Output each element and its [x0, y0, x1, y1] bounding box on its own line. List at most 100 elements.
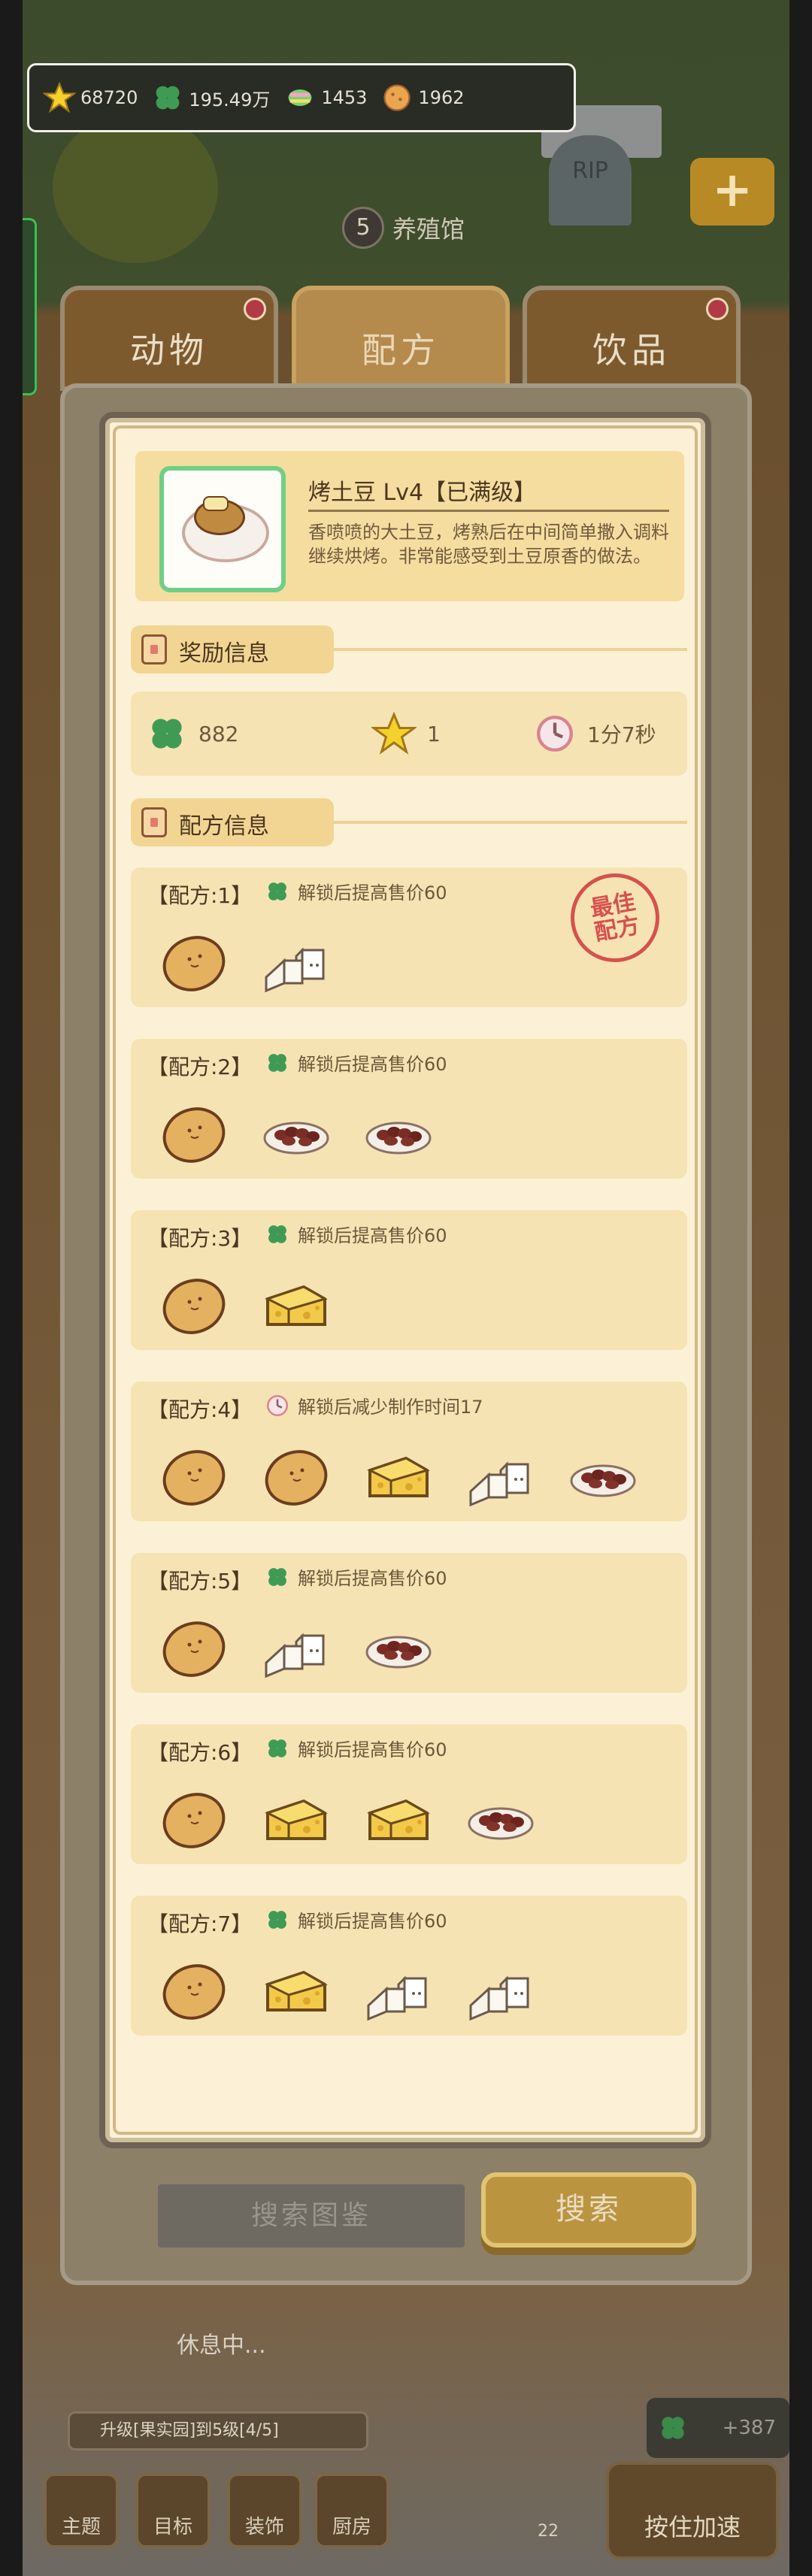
recipe-ingredients	[156, 1094, 463, 1170]
recipe-title: 【配方:6】	[147, 1740, 253, 1765]
divider	[308, 510, 669, 512]
item-description: 香喷喷的大土豆，烤熟后在中间简单撒入调料继续烘烤。非常能感受到土豆原香的做法。	[308, 522, 669, 567]
resource-clovers: 195.49万	[151, 81, 270, 114]
clock-icon	[537, 716, 573, 752]
tofu-icon	[259, 923, 334, 998]
recipe-title: 【配方:3】	[147, 1226, 253, 1251]
recipe-ingredients	[156, 1951, 565, 2027]
recipe-detail-scroll[interactable]: 烤土豆 Lv4【已满级】 香喷喷的大土豆，烤熟后在中间简单撒入调料继续烘烤。非常…	[113, 425, 698, 2135]
candy-count: 1453	[321, 87, 368, 108]
side-drawer-tab[interactable]	[23, 218, 37, 395]
clover-bonus-value: +387	[722, 2417, 776, 2439]
recipe-unlock-note: 解锁后提高售价60	[265, 1049, 447, 1076]
recipe-title: 【配方:5】	[147, 1569, 253, 1594]
resource-candy: 1453	[283, 81, 367, 114]
beans-icon	[361, 1609, 436, 1684]
recipe-ingredients	[156, 923, 361, 998]
resource-cookies: 1962	[380, 81, 465, 114]
cookie-count: 1962	[418, 87, 465, 108]
hold-speed-button[interactable]: 按住加速	[606, 2462, 779, 2559]
clover-icon	[268, 1053, 286, 1072]
tab-drinks-label: 饮品	[592, 330, 671, 371]
recipe-unlock-text: 解锁后提高售价60	[298, 1911, 447, 1932]
recipe-card-1[interactable]: 【配方:1】 解锁后提高售价60 最佳 配方	[131, 866, 687, 1007]
clock-icon	[266, 1394, 289, 1416]
cheese-icon	[259, 1951, 334, 2027]
add-button[interactable]: +	[690, 158, 774, 226]
building-name: 养殖馆	[392, 215, 465, 244]
beans-icon	[259, 1094, 334, 1170]
potato-icon	[156, 1951, 232, 2027]
cheese-icon	[259, 1780, 334, 1855]
recipe-card-2[interactable]: 【配方:2】 解锁后提高售价60	[131, 1039, 687, 1179]
recipe-unlock-text: 解锁后提高售价60	[298, 1054, 447, 1075]
tofu-icon	[259, 1609, 334, 1684]
goal-button[interactable]: 目标	[135, 2473, 211, 2548]
recipe-card-7[interactable]: 【配方:7】 解锁后提高售价60	[131, 1896, 687, 2036]
item-header: 烤土豆 Lv4【已满级】 香喷喷的大土豆，烤熟后在中间简单撒入调料继续烘烤。非常…	[135, 451, 684, 601]
cheese-icon	[361, 1780, 436, 1855]
recipe-ingredients	[156, 1437, 668, 1512]
recipe-ingredients	[156, 1266, 361, 1341]
tab-animals[interactable]: 动物	[60, 286, 278, 391]
candy-icon	[283, 81, 317, 114]
tab-drinks[interactable]: 饮品	[523, 286, 741, 391]
recipe-section-label: 配方信息	[179, 813, 269, 840]
potato-icon	[156, 1780, 232, 1855]
reward-time: 1分7秒	[533, 692, 656, 776]
clover-icon	[268, 1739, 286, 1757]
beans-icon	[361, 1094, 436, 1170]
status-resting: 休息中...	[177, 2332, 266, 2359]
screen-edge-left	[0, 0, 23, 2576]
item-name: 烤土豆 Lv4【已满级】	[308, 480, 537, 506]
recipe-card-4[interactable]: 【配方:4】 解锁后减少制作时间17	[131, 1382, 687, 1521]
bag-icon	[141, 634, 167, 664]
tombstone-decoration: RIP	[549, 135, 632, 226]
recipe-unlock-text: 解锁后提高售价60	[298, 1568, 447, 1589]
resource-stars: 68720	[43, 81, 138, 114]
goal-label: 目标	[153, 2516, 192, 2538]
reward-time-value: 1分7秒	[587, 722, 656, 747]
cheese-icon	[361, 1437, 436, 1512]
clover-icon	[268, 1910, 286, 1929]
recipe-unlock-note: 解锁后提高售价60	[265, 878, 447, 904]
reward-clover: 882	[146, 692, 238, 776]
reward-section-header: 奖励信息	[131, 625, 687, 674]
decor-label: 装饰	[244, 2516, 284, 2538]
tab-animals-label: 动物	[130, 330, 208, 371]
recipe-card-5[interactable]: 【配方:5】 解锁后提高售价60	[131, 1553, 687, 1693]
upgrade-progress-bar[interactable]: 升级[果实园]到5级[4/5]	[68, 2411, 368, 2450]
potato-icon	[156, 923, 232, 998]
clover-icon	[152, 719, 182, 749]
theme-label: 主题	[61, 2516, 101, 2538]
bag-icon	[141, 807, 167, 837]
clover-icon	[662, 2417, 684, 2439]
search-button[interactable]: 搜索	[481, 2172, 696, 2248]
recipe-unlock-text: 解锁后减少制作时间17	[298, 1397, 483, 1418]
star-icon	[43, 81, 76, 114]
theme-button[interactable]: 主题	[44, 2473, 119, 2548]
hold-speed-label: 按住加速	[644, 2513, 741, 2541]
reward-star: 1	[371, 692, 441, 776]
kitchen-button[interactable]: 厨房	[314, 2473, 389, 2548]
reward-section-label: 奖励信息	[179, 640, 269, 667]
notification-dot	[706, 298, 729, 320]
clover-icon	[268, 882, 286, 901]
decor-button[interactable]: 装饰	[227, 2473, 302, 2548]
tofu-icon	[361, 1951, 436, 2027]
beans-icon	[463, 1780, 538, 1855]
screen-edge-right	[789, 0, 812, 2576]
recipe-card-6[interactable]: 【配方:6】 解锁后提高售价60	[131, 1724, 687, 1864]
recipe-card-3[interactable]: 【配方:3】 解锁后提高售价60	[131, 1210, 687, 1350]
beans-icon	[565, 1437, 641, 1512]
search-catalog-button[interactable]: 搜索图鉴	[158, 2184, 465, 2248]
customer-counter: 22	[538, 2522, 559, 2541]
tofu-icon	[463, 1437, 538, 1512]
kitchen-label: 厨房	[332, 2516, 371, 2538]
recipe-ingredients	[156, 1609, 463, 1684]
potato-icon	[156, 1094, 232, 1170]
recipe-unlock-note: 解锁后减少制作时间17	[265, 1392, 483, 1418]
recipe-unlock-text: 解锁后提高售价60	[298, 882, 447, 904]
clover-icon	[268, 1224, 286, 1243]
recipe-unlock-text: 解锁后提高售价60	[298, 1225, 447, 1246]
